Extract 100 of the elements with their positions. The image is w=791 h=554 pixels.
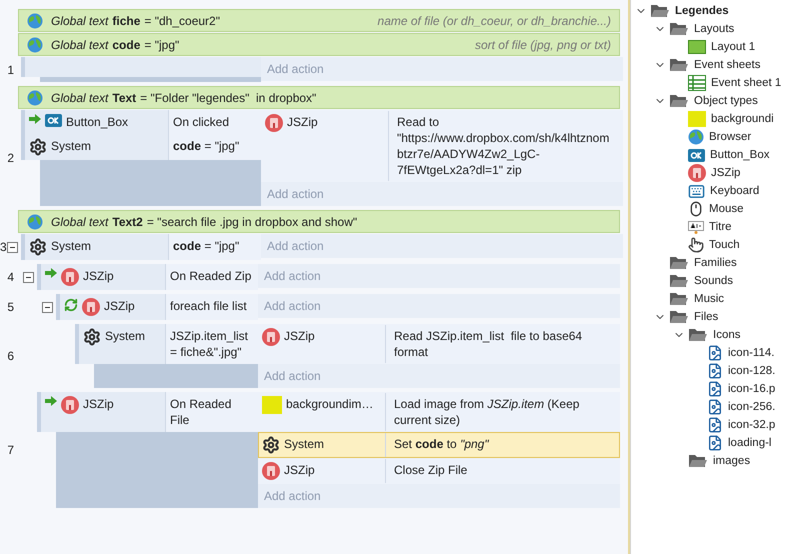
tree-item[interactable]: loading-l xyxy=(728,435,772,451)
zip-file-icon xyxy=(265,114,283,132)
comment-text: sort of file (jpg, png or txt) xyxy=(474,36,611,52)
action-text: Close Zip File xyxy=(393,462,468,479)
action-text: Read to "https://www.dropbox.com/sh/k4lhtznombtzr7e/AADYW4Zw2_LgC-7fEWtgeLx2a?dl=1" zip xyxy=(396,114,610,179)
tree-item[interactable]: Touch xyxy=(709,237,740,253)
zip-file-icon xyxy=(82,298,100,316)
tree-item[interactable]: JSZip xyxy=(711,165,740,181)
variable-name: fiche xyxy=(112,12,140,28)
object-name: System xyxy=(105,328,146,344)
table-icon xyxy=(688,75,706,91)
folder-icon xyxy=(669,22,689,36)
event-number: 7 xyxy=(7,442,15,458)
gear-icon xyxy=(29,138,47,156)
tree-item[interactable]: backgroundi xyxy=(711,111,774,127)
tree-item[interactable]: images xyxy=(713,453,750,469)
global-label: Global text xyxy=(51,36,108,52)
tree-item[interactable]: icon-128. xyxy=(728,363,776,379)
zip-file-icon xyxy=(61,268,79,286)
condition-text: On clicked xyxy=(169,110,261,134)
folder-icon xyxy=(688,328,708,342)
mouse-icon xyxy=(688,201,704,217)
sprite-icon xyxy=(688,111,706,127)
tree-item[interactable]: Layout 1 xyxy=(711,39,756,55)
image-file-icon xyxy=(707,417,723,433)
object-name: JSZip xyxy=(83,396,114,412)
condition-text: JSZip.item_list = fiche&".jpg" xyxy=(166,324,258,364)
object-name: backgroundim… xyxy=(286,396,374,412)
globe-icon xyxy=(27,12,43,28)
object-name: JSZip xyxy=(287,114,318,130)
zip-file-icon xyxy=(61,396,79,414)
button-icon xyxy=(45,114,62,127)
action-row[interactable]: backgroundim… Load image from JSZip.item (Keep current size) xyxy=(258,392,620,432)
tree-item[interactable]: icon-256. xyxy=(728,399,776,415)
tree-item[interactable]: Browser xyxy=(709,129,752,145)
collapse-icon[interactable] xyxy=(7,242,18,252)
collapse-icon[interactable] xyxy=(23,272,34,283)
collapse-icon[interactable] xyxy=(42,302,53,313)
tree-item[interactable]: Object types xyxy=(694,93,758,109)
tree-item[interactable]: Families xyxy=(694,255,737,271)
tree-item[interactable]: Titre xyxy=(709,219,732,235)
tree-item[interactable]: Mouse xyxy=(709,201,744,217)
hand-icon xyxy=(688,237,704,253)
action-row[interactable]: JSZip Read to "https://www.dropbox.com/sh/k4lhtznombtzr7e/AADYW4Zw2_LgC-7fEWtgeLx2a?dl=1" zip xyxy=(261,110,623,182)
image-file-icon xyxy=(707,399,723,415)
global-variable-row[interactable]: Global text fiche = "dh_coeur2" name of file (or dh_coeur, or dh_branchie...) xyxy=(18,9,620,32)
condition-text: On Readed File xyxy=(166,392,258,432)
object-name: Button_Box xyxy=(66,114,128,130)
tree-item[interactable]: Event sheets xyxy=(694,57,760,73)
variable-value: = "jpg" xyxy=(144,36,180,52)
tree-item[interactable]: Layouts xyxy=(694,21,734,37)
global-variable-row[interactable]: Global text Text = "Folder "legendes" in dropbox" xyxy=(18,86,620,109)
tree-item[interactable]: icon-114. xyxy=(728,345,774,361)
global-variable-row[interactable]: Global text code = "jpg" sort of file (jpg, png or txt) xyxy=(18,33,620,56)
gear-icon xyxy=(83,328,101,346)
action-row[interactable]: System Set code to "png" xyxy=(258,432,620,458)
globe-icon xyxy=(688,129,704,145)
globe-icon xyxy=(27,36,43,52)
global-label: Global text xyxy=(51,214,108,230)
variable-name: Text2 xyxy=(112,214,143,230)
global-label: Global text xyxy=(51,12,108,28)
action-text: Read JSZip.item_list file to base64 format xyxy=(393,328,584,361)
tree-item[interactable]: Legendes xyxy=(675,3,729,19)
tree-item[interactable]: icon-32.p xyxy=(728,417,776,433)
event-number: 6 xyxy=(7,348,15,364)
folder-icon xyxy=(650,4,670,18)
image-file-icon xyxy=(707,381,723,397)
object-name: JSZip xyxy=(284,328,315,344)
condition-text: code = "jpg" xyxy=(169,134,261,160)
tree-item[interactable]: Button_Box xyxy=(710,147,770,163)
globe-icon xyxy=(27,214,43,230)
gear-icon xyxy=(262,436,280,454)
global-variable-row[interactable]: Global text Text2 = "search file .jpg in dropbox and show" xyxy=(18,210,620,233)
action-text: Load image from JSZip.item (Keep current size) xyxy=(393,396,580,429)
variable-value: = "dh_coeur2" xyxy=(144,12,220,28)
comment-text: name of file (or dh_coeur, or dh_branchie...) xyxy=(378,12,611,28)
arrow-icon xyxy=(45,396,57,406)
tree-item[interactable]: icon-16.p xyxy=(728,381,776,397)
variable-name: Text xyxy=(112,90,136,106)
global-label: Global text xyxy=(51,90,108,106)
tree-item[interactable]: Sounds xyxy=(694,273,734,289)
action-row[interactable]: JSZip Read JSZip.item_list file to base64 format xyxy=(258,324,620,364)
tree-item[interactable]: Files xyxy=(694,309,718,325)
loop-icon xyxy=(64,298,78,312)
condition-text: foreach file list xyxy=(166,294,258,320)
condition-text: code = "jpg" xyxy=(169,234,261,260)
tree-item[interactable]: Keyboard xyxy=(710,183,760,199)
variable-name: code xyxy=(112,36,140,52)
object-name: System xyxy=(51,238,92,254)
action-row[interactable]: JSZip Close Zip File xyxy=(258,458,620,484)
tree-item[interactable]: Music xyxy=(694,291,724,307)
tree-item[interactable]: Event sheet 1 xyxy=(711,75,782,91)
tree-item[interactable]: Icons xyxy=(713,327,740,343)
object-name: System xyxy=(51,138,92,154)
variable-value: = "Folder "legendes" in dropbox" xyxy=(140,90,316,106)
conditions-panel[interactable]: Button_Box On clicked System code = "jpg" xyxy=(21,110,261,160)
object-name: JSZip xyxy=(284,462,315,478)
sprite-icon xyxy=(262,396,282,414)
layout-icon xyxy=(688,40,706,54)
condition-text: On Readed Zip xyxy=(166,264,258,290)
